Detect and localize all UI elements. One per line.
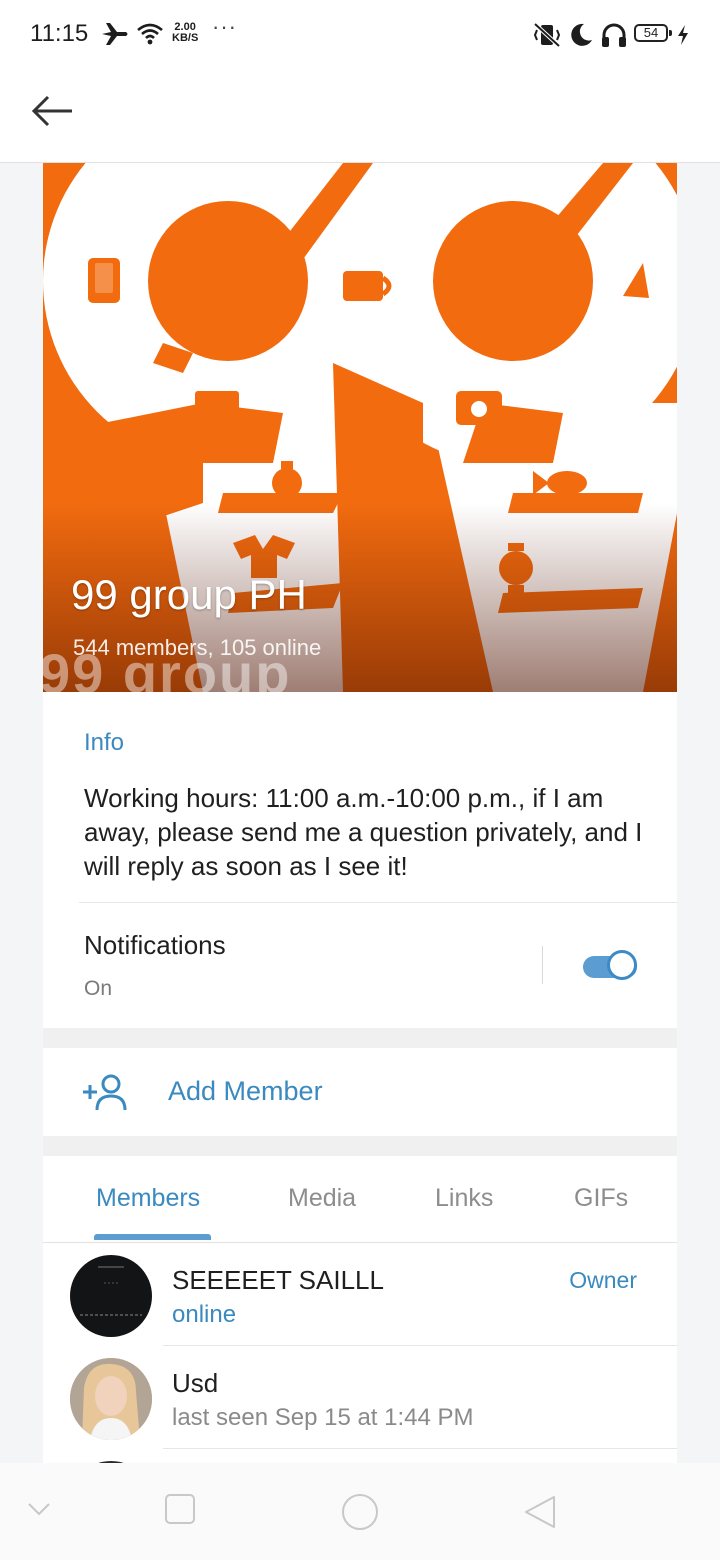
member-row[interactable]: Usd last seen Sep 15 at 1:44 PM: [43, 1346, 677, 1449]
add-member-label: Add Member: [168, 1076, 323, 1106]
speed-unit: KB/S: [172, 32, 199, 44]
system-navigation-bar: [0, 1463, 720, 1560]
member-role-badge: Owner: [569, 1267, 637, 1293]
member-row-partial[interactable]: [43, 1449, 677, 1463]
tab-media[interactable]: Media: [288, 1184, 356, 1213]
avatar: [70, 1358, 152, 1440]
avatar-image: [70, 1358, 152, 1440]
notifications-separator: [542, 946, 543, 984]
add-member-button[interactable]: Add Member: [43, 1048, 677, 1136]
active-tab-indicator: [94, 1234, 211, 1240]
group-title: 99 group PH: [71, 571, 307, 618]
arrow-left-icon: [31, 95, 72, 127]
wifi-icon: [137, 23, 163, 45]
notifications-status: On: [84, 977, 113, 1000]
member-row[interactable]: SEEEEET SAILLL online Owner: [43, 1243, 677, 1346]
avatar: [70, 1255, 152, 1337]
notifications-title: Notifications: [84, 930, 226, 960]
square-icon[interactable]: [164, 1493, 196, 1525]
media-tabs: Members Media Links GIFs: [43, 1156, 677, 1243]
back-button[interactable]: [28, 88, 78, 134]
avatar-image: [80, 1266, 142, 1316]
status-time: 11:15: [30, 20, 89, 47]
headphones-icon: [602, 23, 626, 47]
overflow-indicator: ···: [212, 14, 237, 39]
member-name: SEEEEET SAILLL: [172, 1265, 384, 1295]
triangle-back-icon[interactable]: [522, 1494, 558, 1530]
battery-icon: 54: [634, 24, 672, 42]
member-status: online: [172, 1301, 237, 1328]
group-description: Working hours: 11:00 a.m.-10:00 p.m., if…: [84, 783, 643, 881]
circle-icon[interactable]: [340, 1492, 380, 1532]
status-bar: 11:15 2.00 KB/S ··· 54: [0, 0, 720, 72]
add-person-icon: [83, 1074, 127, 1111]
info-label: Info: [84, 729, 125, 756]
member-status: last seen Sep 15 at 1:44 PM: [172, 1404, 474, 1431]
divider: [79, 902, 677, 903]
tab-links[interactable]: Links: [435, 1184, 493, 1213]
vibrate-off-icon: [533, 22, 561, 48]
toggle-knob: [607, 950, 637, 980]
member-name: Usd: [172, 1368, 219, 1398]
app-bar: [0, 72, 720, 163]
network-speed: 2.00 KB/S: [172, 22, 198, 44]
airplane-icon: [102, 23, 128, 45]
group-header-image: 99 group 99 group PH 544 members, 105 on…: [43, 163, 677, 692]
moon-icon: [571, 23, 592, 46]
info-section: Info Working hours: 11:00 a.m.-10:00 p.m…: [43, 692, 677, 1028]
section-gap: [43, 1028, 677, 1048]
chevron-down-icon[interactable]: [26, 1499, 52, 1519]
section-gap: [43, 1136, 677, 1156]
group-member-count: 544 members, 105 online: [73, 635, 322, 660]
content-area[interactable]: 99 group 99 group PH 544 members, 105 on…: [0, 163, 720, 1463]
charging-icon: [678, 25, 688, 45]
tab-gifs[interactable]: GIFs: [574, 1184, 628, 1213]
tab-members[interactable]: Members: [96, 1184, 200, 1213]
notifications-toggle[interactable]: [579, 948, 641, 982]
group-profile-card: 99 group 99 group PH 544 members, 105 on…: [43, 163, 677, 1463]
